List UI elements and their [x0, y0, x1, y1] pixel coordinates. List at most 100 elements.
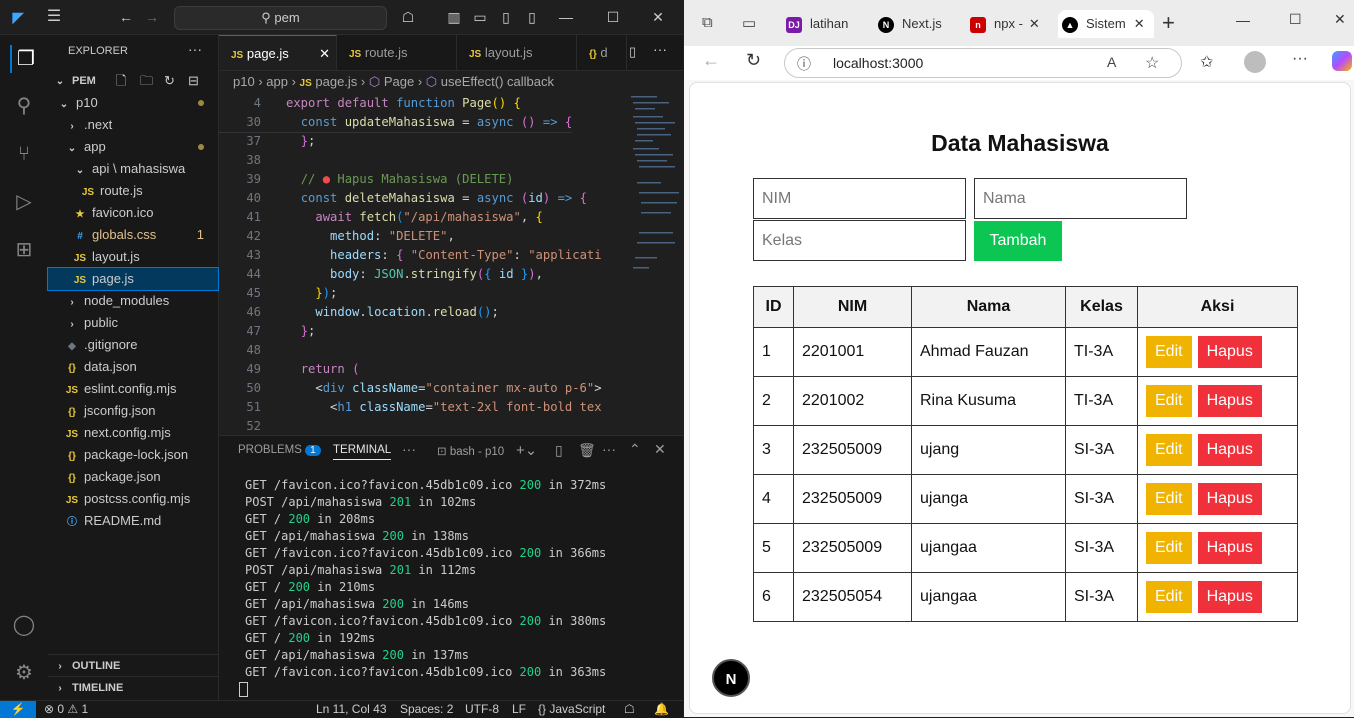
- edit-button[interactable]: Edit: [1146, 385, 1192, 417]
- more-panels-icon[interactable]: ···: [402, 441, 416, 457]
- breadcrumb-item[interactable]: Page: [384, 74, 414, 89]
- source-control-icon[interactable]: ⑂: [10, 140, 38, 168]
- file-tree-item[interactable]: ⌄ api \ mahasiswa: [48, 158, 218, 180]
- collapse-all-icon[interactable]: ⊟: [188, 70, 199, 92]
- copilot-icon[interactable]: ☖: [398, 8, 418, 26]
- file-tree-item[interactable]: JS route.js: [48, 180, 218, 202]
- edit-button[interactable]: Edit: [1146, 434, 1192, 466]
- toggle-sidebar-icon[interactable]: ▯: [496, 8, 516, 26]
- cursor-position[interactable]: Ln 11, Col 43: [316, 701, 387, 718]
- browser-tab-active[interactable]: ▲ Sistem ✕: [1058, 10, 1154, 38]
- breadcrumb-item[interactable]: app: [266, 74, 288, 89]
- breadcrumb-item[interactable]: page.js: [315, 74, 357, 89]
- explorer-root[interactable]: ⌄ PEM 🗋 🗀 ↻ ⊟: [48, 70, 218, 92]
- file-tree-item[interactable]: ★ favicon.ico: [48, 202, 218, 224]
- language-mode[interactable]: {} JavaScript: [538, 701, 605, 718]
- split-editor-icon[interactable]: ▯: [629, 44, 636, 60]
- hapus-button[interactable]: Hapus: [1197, 385, 1262, 417]
- eol[interactable]: LF: [512, 701, 526, 718]
- copilot-icon[interactable]: [1332, 51, 1352, 71]
- file-tree-item[interactable]: JS layout.js: [48, 246, 218, 268]
- new-folder-icon[interactable]: 🗀: [140, 70, 153, 92]
- file-tree-item[interactable]: # globals.css 1: [48, 224, 218, 246]
- tab-page-js[interactable]: JS page.js ✕: [219, 35, 337, 70]
- refresh-icon[interactable]: ↻: [746, 50, 761, 71]
- info-icon[interactable]: ⓘ: [797, 54, 811, 74]
- browser-tab[interactable]: N Next.js: [874, 10, 968, 38]
- file-tree-item[interactable]: ⌄ p10: [48, 92, 218, 114]
- new-tab-icon[interactable]: +: [1162, 10, 1175, 36]
- tab-actions-icon[interactable]: ▭: [742, 14, 756, 32]
- tab-terminal[interactable]: TERMINAL: [333, 444, 392, 460]
- more-actions-icon[interactable]: ···: [602, 441, 616, 457]
- tab-data-json[interactable]: {} d: [577, 35, 627, 70]
- edit-button[interactable]: Edit: [1146, 532, 1192, 564]
- breadcrumb-item[interactable]: useEffect() callback: [441, 74, 554, 89]
- maximize-icon[interactable]: ☐: [603, 8, 623, 26]
- back-arrow-icon[interactable]: ←: [702, 50, 720, 71]
- command-center-search[interactable]: ⚲ pem: [174, 6, 387, 30]
- hapus-button[interactable]: Hapus: [1197, 532, 1262, 564]
- tab-layout-js[interactable]: JS layout.js: [457, 35, 577, 70]
- file-tree-item[interactable]: JS eslint.config.mjs: [48, 378, 218, 400]
- close-panel-icon[interactable]: ✕: [654, 441, 666, 458]
- refresh-icon[interactable]: ↻: [164, 70, 175, 92]
- problems-status[interactable]: ⊗ 0 ⚠ 1: [44, 701, 88, 718]
- more-actions-icon[interactable]: ···: [653, 41, 667, 57]
- browser-tab[interactable]: DJ latihan: [782, 10, 876, 38]
- edit-button[interactable]: Edit: [1146, 336, 1192, 368]
- tab-route-js[interactable]: JS route.js: [337, 35, 457, 70]
- file-tree-item[interactable]: JS next.config.mjs: [48, 422, 218, 444]
- run-debug-icon[interactable]: ▷: [10, 188, 38, 216]
- nextjs-dev-indicator[interactable]: N: [712, 659, 750, 697]
- file-tree-item[interactable]: ⌄ app: [48, 136, 218, 158]
- file-tree-item[interactable]: {} package.json: [48, 466, 218, 488]
- notifications-icon[interactable]: 🔔: [654, 701, 669, 718]
- file-tree-item[interactable]: {} package-lock.json: [48, 444, 218, 466]
- search-icon[interactable]: ⚲: [10, 92, 38, 120]
- profile-avatar-icon[interactable]: [1244, 51, 1266, 73]
- more-actions-icon[interactable]: ···: [188, 41, 202, 57]
- split-terminal-icon[interactable]: ▯: [555, 442, 563, 459]
- minimap[interactable]: [623, 92, 683, 292]
- close-tab-icon[interactable]: ✕: [319, 36, 330, 71]
- tab-problems[interactable]: PROBLEMS 1: [238, 444, 321, 456]
- layout-icon[interactable]: ▥: [444, 8, 464, 26]
- browser-tab[interactable]: n npx - ✕: [966, 10, 1060, 38]
- address-bar[interactable]: ⓘ localhost:3000 A ☆: [784, 48, 1182, 78]
- file-tree-item[interactable]: › .next: [48, 114, 218, 136]
- close-tab-icon[interactable]: ✕: [1134, 16, 1145, 31]
- hapus-button[interactable]: Hapus: [1197, 581, 1262, 613]
- edit-button[interactable]: Edit: [1146, 483, 1192, 515]
- copilot-status-icon[interactable]: ☖: [624, 701, 635, 718]
- toggle-panel-icon[interactable]: ▭: [470, 8, 490, 26]
- encoding[interactable]: UTF-8: [465, 701, 499, 718]
- file-tree-item[interactable]: JS page.js: [47, 267, 219, 291]
- file-tree-item[interactable]: JS postcss.config.mjs: [48, 488, 218, 510]
- tambah-button[interactable]: Tambah: [974, 221, 1062, 261]
- explorer-icon[interactable]: ❐: [10, 45, 40, 73]
- maximize-panel-icon[interactable]: ⌃: [629, 441, 641, 458]
- outline-section[interactable]: › OUTLINE: [48, 654, 218, 677]
- kelas-input[interactable]: Kelas: [753, 220, 966, 261]
- workspaces-icon[interactable]: ⧉: [702, 14, 713, 31]
- timeline-section[interactable]: › TIMELINE: [48, 676, 218, 699]
- new-file-icon[interactable]: 🗋: [116, 70, 126, 92]
- nim-input[interactable]: NIM: [753, 178, 966, 219]
- code-view[interactable]: 4 export default function Page() { 30 con…: [219, 94, 623, 434]
- hapus-button[interactable]: Hapus: [1197, 483, 1262, 515]
- minimize-icon[interactable]: —: [556, 8, 576, 26]
- hapus-button[interactable]: Hapus: [1197, 434, 1262, 466]
- terminal-selector[interactable]: ⊡ bash - p10: [437, 444, 504, 458]
- hapus-button[interactable]: Hapus: [1197, 336, 1262, 368]
- new-terminal-icon[interactable]: +⌄: [516, 441, 537, 459]
- file-tree-item[interactable]: › node_modules: [48, 290, 218, 312]
- more-menu-icon[interactable]: ···: [1292, 50, 1308, 68]
- back-arrow-icon[interactable]: ←: [116, 8, 136, 26]
- edit-button[interactable]: Edit: [1146, 581, 1192, 613]
- file-tree-item[interactable]: ⓘ README.md: [48, 510, 218, 532]
- forward-arrow-icon[interactable]: →: [142, 8, 162, 26]
- maximize-icon[interactable]: ☐: [1289, 11, 1302, 28]
- account-icon[interactable]: ◯: [10, 611, 38, 639]
- close-window-icon[interactable]: ✕: [1334, 11, 1346, 28]
